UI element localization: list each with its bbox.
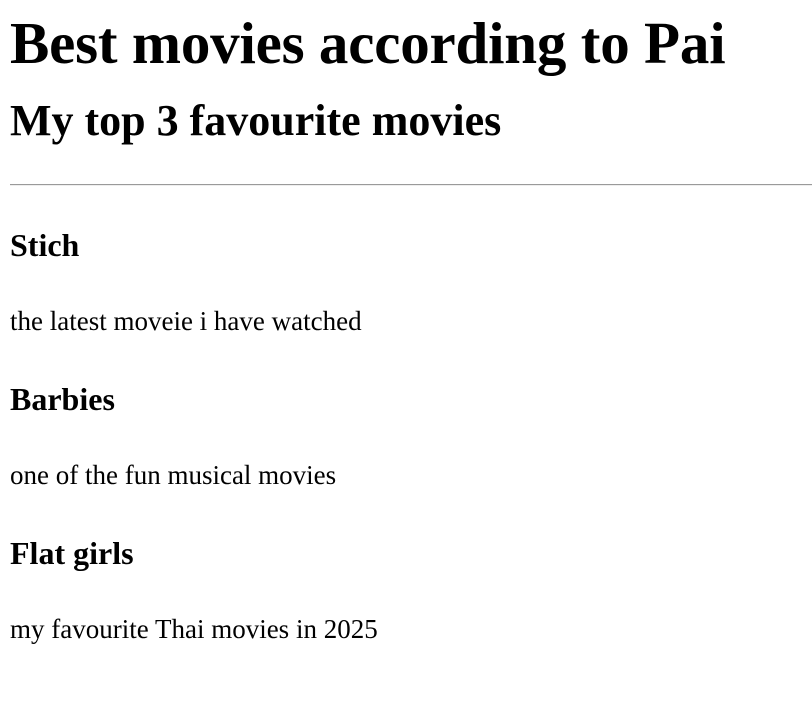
movie-description: one of the fun musical movies: [10, 460, 337, 490]
movie-title: Barbies: [10, 381, 115, 417]
page-subtitle: My top 3 favourite movies: [10, 96, 502, 145]
page-title: Best movies according to Pai: [10, 10, 726, 76]
page: Best movies according to Pai My top 3 fa…: [0, 0, 812, 643]
movie-title: Stich: [10, 227, 80, 263]
movie-item: Flat girls my favourite Thai movies in 2…: [10, 489, 802, 643]
movie-list: Stich the latest moveie i have watched B…: [10, 186, 802, 643]
movie-title: Flat girls: [10, 535, 134, 571]
movie-description: the latest moveie i have watched: [10, 306, 362, 336]
movie-item: Stich the latest moveie i have watched: [10, 186, 802, 335]
movie-description: my favourite Thai movies in 2025: [10, 614, 378, 644]
movie-item: Barbies one of the fun musical movies: [10, 335, 802, 489]
